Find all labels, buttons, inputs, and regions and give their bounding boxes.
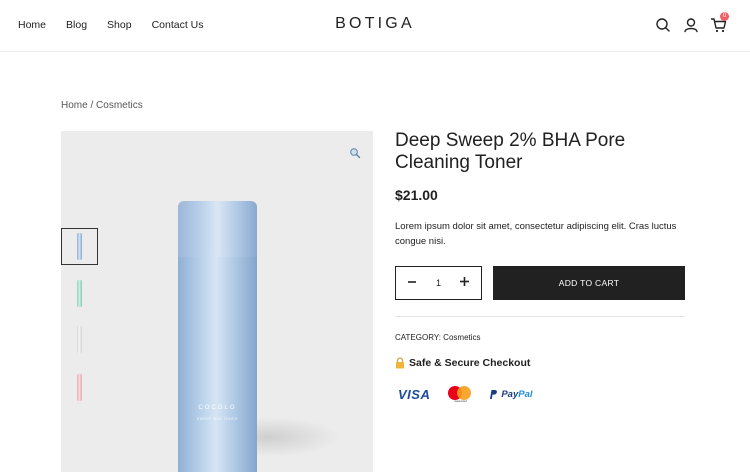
product-gallery: COCOLO SWEEP BHA TONER — [61, 131, 373, 472]
breadcrumb-home[interactable]: Home — [61, 100, 88, 111]
main-nav: Home Blog Shop Contact Us — [18, 18, 224, 32]
paypal-text-pay: Pay — [501, 388, 519, 400]
thumbnail-image — [77, 280, 82, 307]
mastercard-text: mastercard — [454, 400, 467, 403]
secure-checkout: Safe & Secure Checkout — [395, 357, 530, 369]
bottle-brand-text: COCOLO — [198, 405, 237, 411]
divider — [395, 316, 685, 317]
bottle-cap — [178, 201, 257, 259]
product-image[interactable]: COCOLO SWEEP BHA TONER — [178, 201, 257, 472]
thumbnail-image — [77, 233, 82, 260]
bottle-sub-text: SWEEP BHA TONER — [196, 417, 239, 421]
quantity-plus-button[interactable] — [459, 275, 471, 291]
product-shadow — [251, 417, 341, 457]
category-label: CATEGORY: — [395, 333, 441, 342]
search-icon[interactable] — [654, 16, 672, 34]
nav-item-blog[interactable]: Blog — [66, 18, 87, 32]
thumbnail-pink[interactable] — [61, 369, 98, 406]
thumbnail-white[interactable] — [61, 321, 98, 358]
nav-item-shop[interactable]: Shop — [107, 18, 132, 32]
quantity-stepper: 1 — [395, 266, 482, 300]
quantity-minus-button[interactable] — [406, 275, 418, 291]
nav-item-contact[interactable]: Contact Us — [152, 18, 204, 32]
paypal-icon — [490, 389, 498, 399]
product-title: Deep Sweep 2% BHA Pore Cleaning Toner — [395, 130, 626, 173]
lock-icon — [395, 357, 405, 369]
payment-methods: VISA mastercard Pay Pal — [398, 384, 533, 404]
user-icon[interactable] — [682, 16, 700, 34]
secure-checkout-text: Safe & Secure Checkout — [409, 357, 531, 369]
category-link[interactable]: Cosmetics — [443, 333, 480, 342]
header-icons: 0 — [644, 12, 729, 34]
cart-icon[interactable]: 0 — [710, 12, 729, 34]
breadcrumb: Home / Cosmetics — [61, 100, 143, 111]
site-logo-text[interactable]: BOTIGA — [335, 15, 415, 32]
thumbnail-image — [77, 374, 82, 401]
breadcrumb-current[interactable]: Cosmetics — [96, 100, 143, 111]
product-category: CATEGORY: Cosmetics — [395, 333, 481, 342]
bottle-body — [178, 257, 257, 472]
visa-logo: VISA — [398, 386, 431, 402]
thumbnail-green[interactable] — [61, 275, 98, 312]
paypal-logo: Pay Pal — [488, 388, 533, 400]
paypal-text-pal: Pal — [518, 388, 533, 400]
quantity-value[interactable]: 1 — [436, 278, 441, 288]
magnifier-icon[interactable] — [349, 146, 361, 159]
product-description: Lorem ipsum dolor sit amet, consectetur … — [395, 221, 677, 247]
breadcrumb-separator: / — [87, 100, 97, 111]
add-to-cart-button[interactable]: ADD TO CART — [493, 266, 685, 300]
thumbnail-image — [77, 326, 82, 353]
site-header: BOTIGA Home Blog Shop Contact Us 0 — [0, 0, 750, 52]
product-price: $21.00 — [395, 187, 438, 203]
nav-item-home[interactable]: Home — [18, 18, 46, 32]
mastercard-logo: mastercard — [448, 384, 472, 404]
thumbnail-blue[interactable] — [61, 228, 98, 265]
cart-count-badge: 0 — [720, 12, 729, 21]
